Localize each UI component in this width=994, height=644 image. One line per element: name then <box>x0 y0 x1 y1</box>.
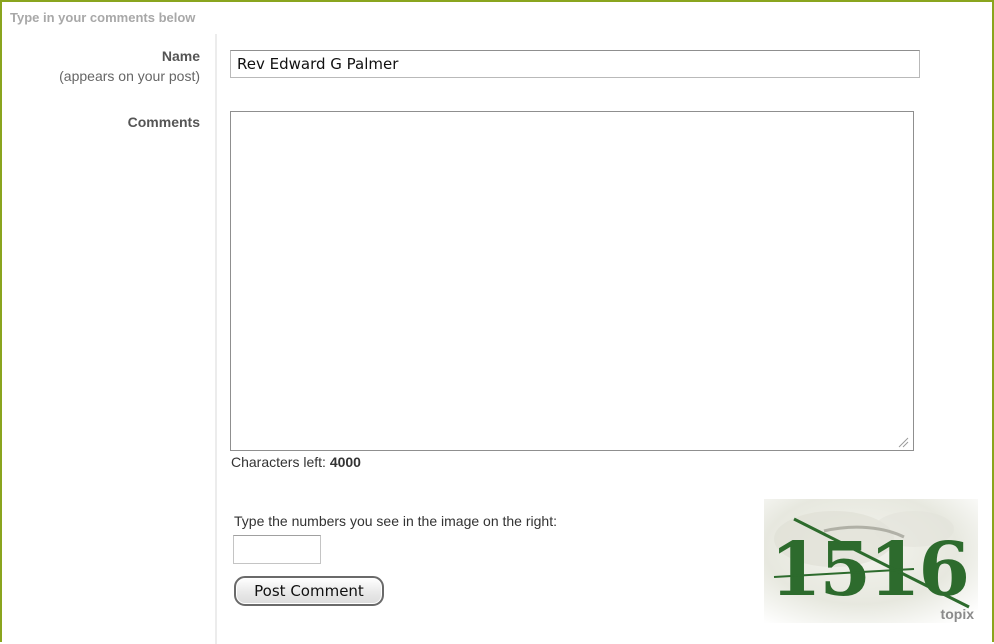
comment-form-panel: Type in your comments below Name (appear… <box>0 0 994 644</box>
characters-left: Characters left: 4000 <box>231 454 361 470</box>
name-sublabel: (appears on your post) <box>59 68 200 84</box>
characters-left-label: Characters left: <box>231 454 326 470</box>
form-header: Type in your comments below <box>10 10 196 25</box>
name-input[interactable] <box>230 50 920 78</box>
captcha-brand-logo: topix <box>941 606 975 622</box>
name-label: Name <box>161 48 200 64</box>
resize-grip-icon[interactable] <box>897 436 909 448</box>
captcha-image: 1516 topix <box>764 499 978 623</box>
column-divider <box>215 34 217 644</box>
captcha-digits: 1516 <box>770 527 968 613</box>
captcha-prompt: Type the numbers you see in the image on… <box>234 513 557 529</box>
post-comment-button[interactable]: Post Comment <box>234 576 384 606</box>
captcha-input[interactable] <box>233 535 321 564</box>
comments-label: Comments <box>127 114 200 130</box>
characters-left-count: 4000 <box>329 454 361 470</box>
comments-textarea[interactable] <box>230 111 914 451</box>
